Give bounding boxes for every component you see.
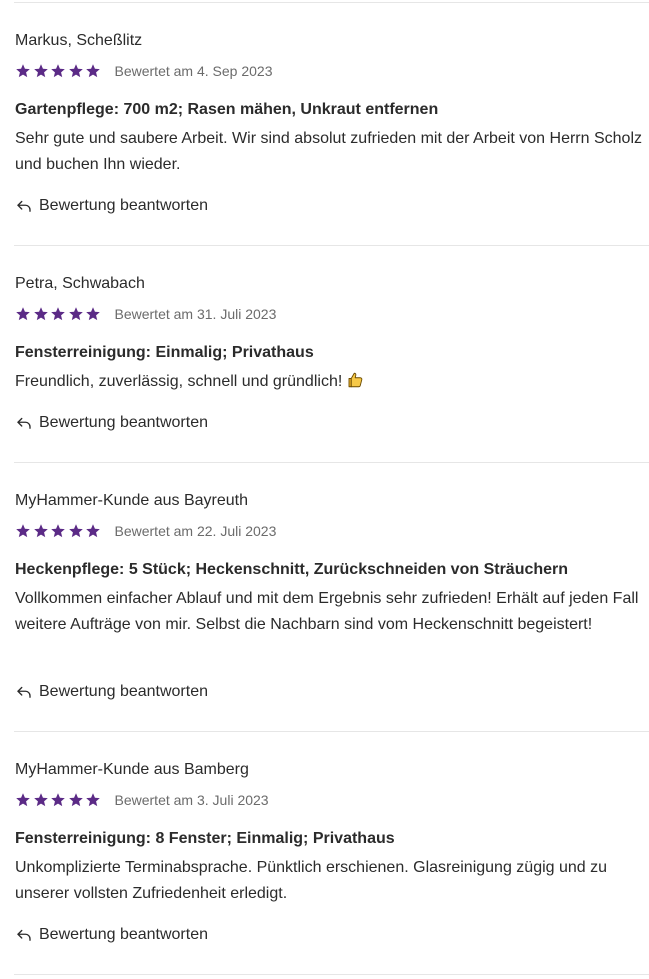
rating-row: Bewertet am 22. Juli 2023 bbox=[15, 521, 276, 541]
reply-button[interactable]: Bewertung beantworten bbox=[15, 681, 208, 703]
review-item: Markus, Scheßlitz Bewertet am 4. Sep 202… bbox=[15, 31, 649, 231]
rating-row: Bewertet am 31. Juli 2023 bbox=[15, 304, 276, 324]
divider bbox=[14, 462, 649, 463]
reply-button-label: Bewertung beantworten bbox=[39, 926, 208, 943]
review-text: Vollkommen einfacher Ablauf und mit dem … bbox=[15, 590, 639, 633]
review-item: Petra, Schwabach Bewertet am 31. Juli 20… bbox=[15, 274, 649, 454]
review-item: MyHammer-Kunde aus Bamberg Bewertet am 3… bbox=[15, 760, 649, 960]
star-icon bbox=[68, 793, 83, 807]
reply-button[interactable]: Bewertung beantworten bbox=[15, 412, 208, 434]
review-date: Bewertet am 31. Juli 2023 bbox=[114, 306, 277, 322]
reply-arrow-icon bbox=[17, 929, 31, 941]
review-date: Bewertet am 22. Juli 2023 bbox=[114, 523, 277, 539]
star-icon bbox=[68, 524, 83, 538]
reply-arrow-icon bbox=[17, 686, 31, 698]
thumbs-up-icon bbox=[348, 372, 363, 388]
star-icon bbox=[86, 793, 100, 807]
star-icon bbox=[51, 524, 65, 538]
reply-button-label: Bewertung beantworten bbox=[39, 197, 208, 214]
review-author: MyHammer-Kunde aus Bamberg bbox=[15, 761, 249, 778]
review-item: MyHammer-Kunde aus Bayreuth Bewertet am … bbox=[15, 491, 649, 711]
star-icon bbox=[16, 64, 30, 78]
star-icon bbox=[33, 793, 48, 807]
star-icon bbox=[68, 64, 83, 78]
star-icon bbox=[68, 307, 83, 321]
review-date: Bewertet am 3. Juli 2023 bbox=[114, 792, 269, 808]
reply-button[interactable]: Bewertung beantworten bbox=[15, 195, 208, 217]
service-title: Gartenpflege: 700 m2; Rasen mähen, Unkra… bbox=[15, 101, 439, 118]
star-icon bbox=[51, 64, 65, 78]
rating-row: Bewertet am 4. Sep 2023 bbox=[15, 61, 273, 81]
star-icon bbox=[33, 307, 48, 321]
star-icon bbox=[51, 307, 65, 321]
divider bbox=[14, 245, 649, 246]
star-rating bbox=[15, 306, 103, 322]
star-rating bbox=[15, 523, 103, 539]
star-icon bbox=[51, 793, 65, 807]
review-text: Unkomplizierte Terminabsprache. Pünktlic… bbox=[15, 859, 608, 902]
star-rating bbox=[15, 792, 103, 808]
service-title: Fensterreinigung: 8 Fenster; Einmalig; P… bbox=[15, 830, 395, 847]
star-icon bbox=[86, 524, 100, 538]
reply-arrow-icon bbox=[17, 200, 31, 212]
review-author: Markus, Scheßlitz bbox=[15, 32, 143, 49]
rating-row: Bewertet am 3. Juli 2023 bbox=[15, 790, 269, 810]
star-icon bbox=[16, 307, 30, 321]
star-icon bbox=[16, 793, 30, 807]
review-text: Freundlich, zuverlässig, schnell und grü… bbox=[15, 373, 343, 390]
reply-button-label: Bewertung beantworten bbox=[39, 683, 208, 700]
star-rating bbox=[15, 63, 103, 79]
review-text-wrap: Freundlich, zuverlässig, schnell und grü… bbox=[15, 369, 649, 395]
reply-button[interactable]: Bewertung beantworten bbox=[15, 924, 208, 946]
service-title: Heckenpflege: 5 Stück; Heckenschnitt, Zu… bbox=[15, 561, 569, 578]
reply-button-label: Bewertung beantworten bbox=[39, 414, 208, 431]
service-title: Fensterreinigung: Einmalig; Privathaus bbox=[15, 344, 314, 361]
review-author: MyHammer-Kunde aus Bayreuth bbox=[15, 492, 248, 509]
star-icon bbox=[86, 307, 100, 321]
review-date: Bewertet am 4. Sep 2023 bbox=[114, 63, 273, 79]
review-text: Sehr gute und saubere Arbeit. Wir sind a… bbox=[15, 130, 642, 173]
star-icon bbox=[16, 524, 30, 538]
star-icon bbox=[86, 64, 100, 78]
star-icon bbox=[33, 524, 48, 538]
divider bbox=[14, 731, 649, 732]
divider bbox=[14, 2, 649, 3]
star-icon bbox=[33, 64, 48, 78]
reply-arrow-icon bbox=[17, 417, 31, 429]
review-author: Petra, Schwabach bbox=[15, 275, 145, 292]
divider bbox=[14, 974, 649, 975]
